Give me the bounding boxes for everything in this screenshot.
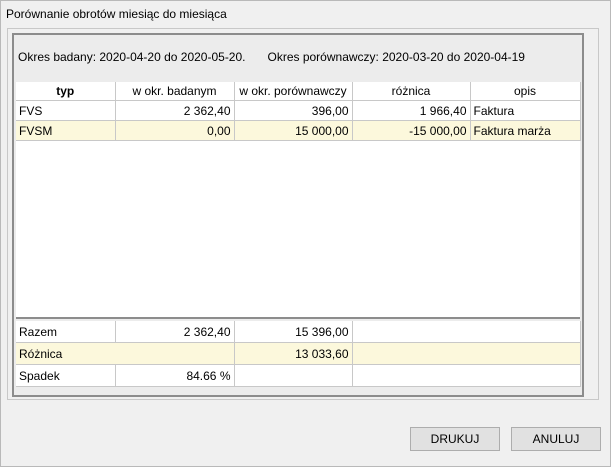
column-header-badany[interactable]: w okr. badanym bbox=[115, 82, 235, 101]
roznica-label: Różnica bbox=[16, 342, 235, 365]
comparative-period: Okres porównawczy: 2020-03-20 do 2020-04… bbox=[267, 50, 525, 64]
spadek-empty bbox=[234, 364, 353, 387]
dialog-window: Porównanie obrotów miesiąc do miesiąca O… bbox=[0, 0, 611, 467]
razem-label: Razem bbox=[16, 321, 116, 343]
summary-table: Razem 2 362,40 15 396,00 Różnica 13 033,… bbox=[16, 321, 581, 387]
column-header-porownawczy[interactable]: w okr. porównawczy bbox=[234, 82, 353, 101]
column-header-opis[interactable]: opis bbox=[470, 82, 581, 101]
period-info: Okres badany: 2020-04-20 do 2020-05-20. O… bbox=[18, 50, 525, 64]
cell-porownawczy: 15 000,00 bbox=[234, 120, 353, 141]
table-row[interactable]: FVSM 0,00 15 000,00 -15 000,00 Faktura m… bbox=[16, 120, 581, 141]
cell-porownawczy: 396,00 bbox=[234, 100, 353, 121]
table-header-row: typ w okr. badanym w okr. porównawczy ró… bbox=[16, 82, 581, 101]
column-header-typ[interactable]: typ bbox=[16, 82, 116, 101]
razem-porownawczy: 15 396,00 bbox=[234, 321, 353, 343]
cancel-button[interactable]: ANULUJ bbox=[511, 427, 601, 451]
examined-period: Okres badany: 2020-04-20 do 2020-05-20. bbox=[18, 50, 246, 64]
cell-opis: Faktura marża bbox=[470, 120, 581, 141]
window-title: Porównanie obrotów miesiąc do miesiąca bbox=[6, 7, 227, 21]
cell-badany: 2 362,40 bbox=[115, 100, 235, 121]
spadek-empty-2 bbox=[352, 364, 581, 387]
spadek-label: Spadek bbox=[16, 364, 116, 387]
content-group: Okres badany: 2020-04-20 do 2020-05-20. O… bbox=[7, 28, 599, 400]
razem-badany: 2 362,40 bbox=[115, 321, 235, 343]
cell-badany: 0,00 bbox=[115, 120, 235, 141]
cell-typ: FVS bbox=[16, 100, 116, 121]
spadek-value: 84.66 % bbox=[115, 364, 235, 387]
report-panel: Okres badany: 2020-04-20 do 2020-05-20. O… bbox=[12, 33, 584, 397]
summary-row-razem: Razem 2 362,40 15 396,00 bbox=[16, 321, 581, 343]
print-button[interactable]: DRUKUJ bbox=[410, 427, 500, 451]
summary-row-spadek: Spadek 84.66 % bbox=[16, 364, 581, 387]
roznica-empty bbox=[352, 342, 581, 365]
table-row[interactable]: FVS 2 362,40 396,00 1 966,40 Faktura bbox=[16, 100, 581, 121]
turnover-table[interactable]: typ w okr. badanym w okr. porównawczy ró… bbox=[16, 82, 581, 319]
cell-roznica: -15 000,00 bbox=[352, 120, 471, 141]
cell-opis: Faktura bbox=[470, 100, 581, 121]
razem-empty bbox=[352, 321, 581, 343]
summary-row-roznica: Różnica 13 033,60 bbox=[16, 342, 581, 365]
roznica-value: 13 033,60 bbox=[234, 342, 353, 365]
column-header-roznica[interactable]: różnica bbox=[352, 82, 471, 101]
cell-typ: FVSM bbox=[16, 120, 116, 141]
cell-roznica: 1 966,40 bbox=[352, 100, 471, 121]
